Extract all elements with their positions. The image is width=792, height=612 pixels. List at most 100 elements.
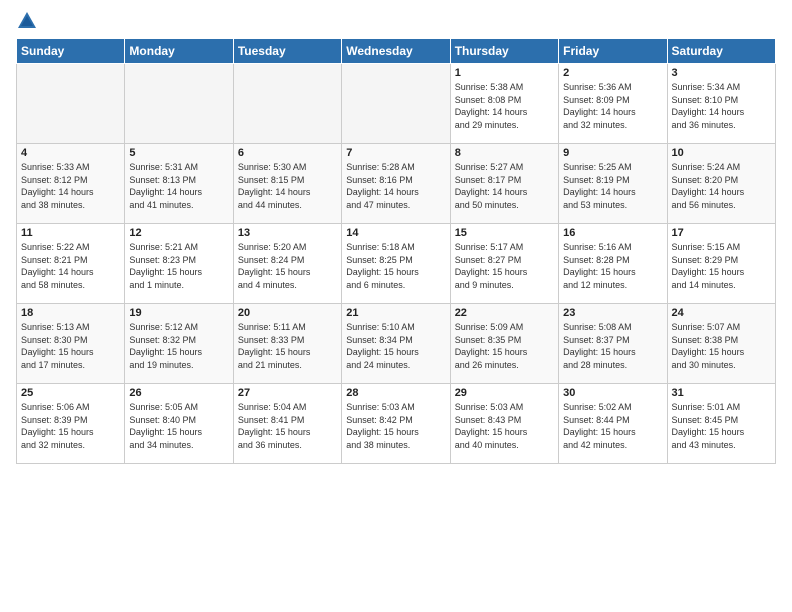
day-info: Sunrise: 5:22 AM Sunset: 8:21 PM Dayligh… (21, 241, 120, 291)
calendar-cell: 25Sunrise: 5:06 AM Sunset: 8:39 PM Dayli… (17, 384, 125, 464)
day-number: 10 (672, 147, 771, 159)
day-info: Sunrise: 5:03 AM Sunset: 8:42 PM Dayligh… (346, 401, 445, 451)
week-row-3: 11 Sunrise: 5:22 AM Sunset: 8:21 PM Dayli… (17, 224, 776, 304)
day-number: 17 (672, 227, 771, 239)
calendar-cell: 31Sunrise: 5:01 AM Sunset: 8:45 PM Dayli… (667, 384, 775, 464)
day-info: Sunrise: 5:33 AM Sunset: 8:12 PM Dayligh… (21, 161, 120, 211)
weekday-header-row: SundayMondayTuesdayWednesdayThursdayFrid… (17, 39, 776, 64)
calendar-cell: 11 Sunrise: 5:22 AM Sunset: 8:21 PM Dayli… (17, 224, 125, 304)
calendar-cell: 21 Sunrise: 5:10 AM Sunset: 8:34 PM Dayli… (342, 304, 450, 384)
calendar-cell: 16 Sunrise: 5:16 AM Sunset: 8:28 PM Dayli… (559, 224, 667, 304)
day-info: Sunrise: 5:06 AM Sunset: 8:39 PM Dayligh… (21, 401, 120, 451)
day-number: 21 (346, 307, 445, 319)
calendar-cell: 17 Sunrise: 5:15 AM Sunset: 8:29 PM Dayli… (667, 224, 775, 304)
weekday-header-thursday: Thursday (450, 39, 558, 64)
calendar-cell: 5 Sunrise: 5:31 AM Sunset: 8:13 PM Daylig… (125, 144, 233, 224)
day-info: Sunrise: 5:25 AM Sunset: 8:19 PM Dayligh… (563, 161, 662, 211)
weekday-header-sunday: Sunday (17, 39, 125, 64)
calendar-cell (342, 64, 450, 144)
day-number: 8 (455, 147, 554, 159)
day-info: Sunrise: 5:13 AM Sunset: 8:30 PM Dayligh… (21, 321, 120, 371)
calendar-cell: 22 Sunrise: 5:09 AM Sunset: 8:35 PM Dayli… (450, 304, 558, 384)
week-row-1: 1 Sunrise: 5:38 AM Sunset: 8:08 PM Daylig… (17, 64, 776, 144)
day-info: Sunrise: 5:05 AM Sunset: 8:40 PM Dayligh… (129, 401, 228, 451)
day-info: Sunrise: 5:15 AM Sunset: 8:29 PM Dayligh… (672, 241, 771, 291)
calendar-cell: 4 Sunrise: 5:33 AM Sunset: 8:12 PM Daylig… (17, 144, 125, 224)
day-number: 12 (129, 227, 228, 239)
day-info: Sunrise: 5:11 AM Sunset: 8:33 PM Dayligh… (238, 321, 337, 371)
day-info: Sunrise: 5:09 AM Sunset: 8:35 PM Dayligh… (455, 321, 554, 371)
day-number: 11 (21, 227, 120, 239)
day-number: 6 (238, 147, 337, 159)
day-number: 30 (563, 387, 662, 399)
calendar-cell: 8 Sunrise: 5:27 AM Sunset: 8:17 PM Daylig… (450, 144, 558, 224)
calendar-cell (17, 64, 125, 144)
calendar-cell: 27 Sunrise: 5:04 AM Sunset: 8:41 PM Dayli… (233, 384, 341, 464)
calendar-cell: 18 Sunrise: 5:13 AM Sunset: 8:30 PM Dayli… (17, 304, 125, 384)
calendar-cell: 14 Sunrise: 5:18 AM Sunset: 8:25 PM Dayli… (342, 224, 450, 304)
calendar-cell: 30Sunrise: 5:02 AM Sunset: 8:44 PM Dayli… (559, 384, 667, 464)
day-number: 20 (238, 307, 337, 319)
weekday-header-friday: Friday (559, 39, 667, 64)
calendar-cell: 12Sunrise: 5:21 AM Sunset: 8:23 PM Dayli… (125, 224, 233, 304)
calendar-cell: 3Sunrise: 5:34 AM Sunset: 8:10 PM Daylig… (667, 64, 775, 144)
day-number: 23 (563, 307, 662, 319)
calendar-cell: 20 Sunrise: 5:11 AM Sunset: 8:33 PM Dayli… (233, 304, 341, 384)
day-info: Sunrise: 5:31 AM Sunset: 8:13 PM Dayligh… (129, 161, 228, 211)
calendar-cell: 15 Sunrise: 5:17 AM Sunset: 8:27 PM Dayli… (450, 224, 558, 304)
day-number: 2 (563, 67, 662, 79)
day-number: 16 (563, 227, 662, 239)
day-number: 19 (129, 307, 228, 319)
day-number: 7 (346, 147, 445, 159)
calendar: SundayMondayTuesdayWednesdayThursdayFrid… (16, 38, 776, 464)
day-number: 14 (346, 227, 445, 239)
day-info: Sunrise: 5:08 AM Sunset: 8:37 PM Dayligh… (563, 321, 662, 371)
calendar-cell: 6 Sunrise: 5:30 AM Sunset: 8:15 PM Daylig… (233, 144, 341, 224)
calendar-cell: 29 Sunrise: 5:03 AM Sunset: 8:43 PM Dayli… (450, 384, 558, 464)
week-row-2: 4 Sunrise: 5:33 AM Sunset: 8:12 PM Daylig… (17, 144, 776, 224)
day-info: Sunrise: 5:20 AM Sunset: 8:24 PM Dayligh… (238, 241, 337, 291)
day-info: Sunrise: 5:04 AM Sunset: 8:41 PM Dayligh… (238, 401, 337, 451)
day-info: Sunrise: 5:18 AM Sunset: 8:25 PM Dayligh… (346, 241, 445, 291)
day-info: Sunrise: 5:28 AM Sunset: 8:16 PM Dayligh… (346, 161, 445, 211)
day-info: Sunrise: 5:36 AM Sunset: 8:09 PM Dayligh… (563, 81, 662, 131)
calendar-cell: 7 Sunrise: 5:28 AM Sunset: 8:16 PM Daylig… (342, 144, 450, 224)
day-info: Sunrise: 5:01 AM Sunset: 8:45 PM Dayligh… (672, 401, 771, 451)
weekday-header-wednesday: Wednesday (342, 39, 450, 64)
calendar-cell: 10 Sunrise: 5:24 AM Sunset: 8:20 PM Dayli… (667, 144, 775, 224)
day-number: 1 (455, 67, 554, 79)
calendar-cell: 24Sunrise: 5:07 AM Sunset: 8:38 PM Dayli… (667, 304, 775, 384)
day-info: Sunrise: 5:10 AM Sunset: 8:34 PM Dayligh… (346, 321, 445, 371)
day-info: Sunrise: 5:16 AM Sunset: 8:28 PM Dayligh… (563, 241, 662, 291)
day-number: 9 (563, 147, 662, 159)
day-number: 5 (129, 147, 228, 159)
calendar-cell: 13 Sunrise: 5:20 AM Sunset: 8:24 PM Dayli… (233, 224, 341, 304)
day-info: Sunrise: 5:30 AM Sunset: 8:15 PM Dayligh… (238, 161, 337, 211)
weekday-header-tuesday: Tuesday (233, 39, 341, 64)
day-info: Sunrise: 5:24 AM Sunset: 8:20 PM Dayligh… (672, 161, 771, 211)
calendar-cell: 23 Sunrise: 5:08 AM Sunset: 8:37 PM Dayli… (559, 304, 667, 384)
day-number: 22 (455, 307, 554, 319)
day-number: 28 (346, 387, 445, 399)
day-number: 18 (21, 307, 120, 319)
day-info: Sunrise: 5:34 AM Sunset: 8:10 PM Dayligh… (672, 81, 771, 131)
day-number: 29 (455, 387, 554, 399)
calendar-cell (125, 64, 233, 144)
day-number: 15 (455, 227, 554, 239)
day-info: Sunrise: 5:07 AM Sunset: 8:38 PM Dayligh… (672, 321, 771, 371)
day-info: Sunrise: 5:27 AM Sunset: 8:17 PM Dayligh… (455, 161, 554, 211)
calendar-cell: 26Sunrise: 5:05 AM Sunset: 8:40 PM Dayli… (125, 384, 233, 464)
calendar-cell: 28 Sunrise: 5:03 AM Sunset: 8:42 PM Dayli… (342, 384, 450, 464)
calendar-cell: 1 Sunrise: 5:38 AM Sunset: 8:08 PM Daylig… (450, 64, 558, 144)
day-number: 13 (238, 227, 337, 239)
week-row-5: 25Sunrise: 5:06 AM Sunset: 8:39 PM Dayli… (17, 384, 776, 464)
weekday-header-monday: Monday (125, 39, 233, 64)
calendar-cell: 2 Sunrise: 5:36 AM Sunset: 8:09 PM Daylig… (559, 64, 667, 144)
day-number: 4 (21, 147, 120, 159)
calendar-cell: 9 Sunrise: 5:25 AM Sunset: 8:19 PM Daylig… (559, 144, 667, 224)
day-info: Sunrise: 5:03 AM Sunset: 8:43 PM Dayligh… (455, 401, 554, 451)
day-info: Sunrise: 5:38 AM Sunset: 8:08 PM Dayligh… (455, 81, 554, 131)
day-info: Sunrise: 5:12 AM Sunset: 8:32 PM Dayligh… (129, 321, 228, 371)
day-info: Sunrise: 5:17 AM Sunset: 8:27 PM Dayligh… (455, 241, 554, 291)
day-number: 27 (238, 387, 337, 399)
